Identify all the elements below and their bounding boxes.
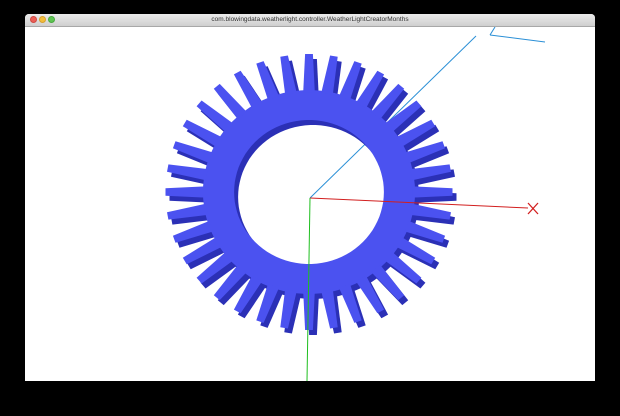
z-axis-far-segment-2 <box>489 34 546 43</box>
gear-tooth <box>412 186 453 198</box>
window-title: com.blowingdata.weatherlight.controller.… <box>211 16 409 23</box>
scene-canvas[interactable] <box>25 27 595 381</box>
z-axis-far-segment <box>489 27 496 36</box>
title-bar[interactable]: com.blowingdata.weatherlight.controller.… <box>25 14 595 27</box>
gear-tooth <box>165 186 206 198</box>
gear-tooth <box>233 70 263 109</box>
gear-ring-model[interactable] <box>165 54 457 335</box>
3d-viewport[interactable] <box>25 27 595 381</box>
gear-tooth <box>303 54 315 93</box>
gear-tooth <box>303 291 315 330</box>
x-axis-marker <box>527 202 539 215</box>
app-window: com.blowingdata.weatherlight.controller.… <box>25 14 595 381</box>
